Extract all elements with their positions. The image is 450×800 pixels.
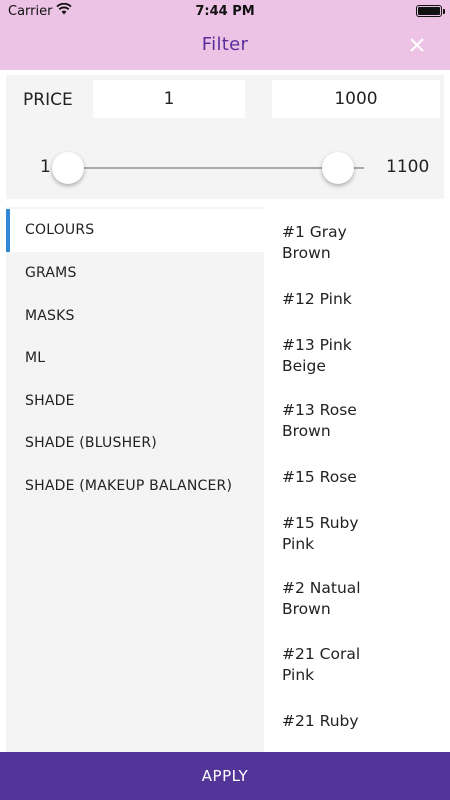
price-slider-min-handle[interactable] [52, 152, 84, 184]
option-item[interactable]: #1 Gray Brown [282, 222, 382, 264]
price-min-input[interactable]: 1 [93, 80, 245, 118]
category-list: COLOURS GRAMS MASKS ML SHADE SHADE (BLUS… [6, 207, 264, 752]
option-item[interactable]: #13 Pink Beige [282, 335, 382, 377]
price-panel: PRICE 1 1000 1 1100 [6, 75, 444, 199]
option-item[interactable]: #12 Pink [282, 289, 382, 310]
category-ml[interactable]: ML [6, 337, 264, 380]
price-slider-track[interactable] [66, 167, 364, 169]
page-title: Filter [201, 34, 249, 55]
option-item[interactable]: #13 Rose Brown [282, 400, 382, 442]
price-slider-max-handle[interactable] [322, 152, 354, 184]
filter-body: COLOURS GRAMS MASKS ML SHADE SHADE (BLUS… [6, 207, 444, 752]
category-masks[interactable]: MASKS [6, 295, 264, 338]
battery-tip [443, 9, 445, 14]
top-bar: Carrier 7:44 PM Filter [0, 0, 450, 70]
price-label: PRICE [23, 90, 73, 110]
range-min-label: 1 [40, 157, 51, 177]
category-shade[interactable]: SHADE [6, 380, 264, 423]
status-time: 7:44 PM [195, 4, 255, 19]
range-max-label: 1100 [386, 157, 430, 177]
status-bar: Carrier 7:44 PM [0, 0, 450, 22]
option-item[interactable]: #15 Rose [282, 467, 382, 488]
category-colours[interactable]: COLOURS [6, 209, 264, 252]
category-shade-makeup-balancer[interactable]: SHADE (MAKEUP BALANCER) [6, 465, 264, 508]
option-item[interactable]: #21 Coral Pink [282, 644, 382, 686]
category-shade-blusher[interactable]: SHADE (BLUSHER) [6, 422, 264, 465]
option-item[interactable]: #21 Ruby [282, 711, 382, 732]
option-list: #1 Gray Brown #12 Pink #13 Pink Beige #1… [264, 207, 444, 752]
apply-button[interactable]: APPLY [0, 752, 450, 800]
close-icon[interactable] [406, 34, 428, 56]
option-item[interactable]: #2 Natual Brown [282, 578, 382, 620]
category-grams[interactable]: GRAMS [6, 252, 264, 295]
battery-icon [416, 5, 442, 17]
option-item[interactable]: #15 Ruby Pink [282, 513, 382, 555]
price-max-input[interactable]: 1000 [272, 80, 440, 118]
